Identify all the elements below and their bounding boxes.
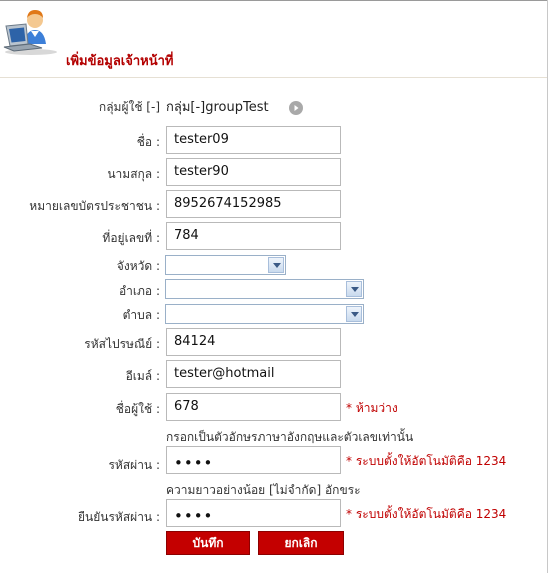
last-name-input[interactable]: tester90 <box>166 158 341 186</box>
first-name-label: ชื่อ : <box>136 135 160 149</box>
email-input[interactable]: tester@hotmail <box>166 360 341 388</box>
address-no-input[interactable]: 784 <box>166 222 341 250</box>
id-card-label: หมายเลขบัตรประชาชน : <box>29 199 160 213</box>
group-value: กลุ่ม[-]groupTest <box>166 100 269 115</box>
password-input[interactable]: •••• <box>166 446 341 474</box>
chevron-down-icon[interactable] <box>268 257 284 273</box>
id-card-input[interactable]: 8952674152985 <box>166 190 341 218</box>
password-hint: ความยาวอย่างน้อย [ไม่จำกัด] อักขระ <box>166 483 361 497</box>
user-at-laptop-icon <box>3 10 57 55</box>
password-label: รหัสผ่าน : <box>108 458 160 472</box>
email-label: อีเมล์ : <box>125 369 160 383</box>
header-divider <box>0 77 547 78</box>
chevron-down-icon[interactable] <box>346 306 362 322</box>
cancel-button[interactable]: ยกเลิก <box>258 531 344 555</box>
group-label: กลุ่มผู้ใช้ [-] <box>98 100 160 114</box>
postcode-input[interactable]: 84124 <box>166 328 341 356</box>
confirm-password-mask: •••• <box>174 507 214 525</box>
confirm-password-default-note: * ระบบตั้งให้อัตโนมัติคือ 1234 <box>346 507 507 521</box>
confirm-password-label: ยืนยันรหัสผ่าน : <box>78 510 160 524</box>
username-input[interactable]: 678 <box>166 393 341 421</box>
postcode-label: รหัสไปรษณีย์ : <box>84 337 160 351</box>
subdistrict-select[interactable] <box>165 304 364 324</box>
subdistrict-label: ตำบล : <box>122 308 160 322</box>
confirm-password-input[interactable]: •••• <box>166 499 341 527</box>
top-border <box>0 0 548 1</box>
address-no-label: ที่อยู่เลขที่ : <box>102 231 160 245</box>
province-label: จังหวัด : <box>116 259 160 273</box>
district-label: อำเภอ : <box>118 284 160 298</box>
chevron-down-icon[interactable] <box>346 281 362 297</box>
username-label: ชื่อผู้ใช้ : <box>115 402 160 416</box>
save-button[interactable]: บันทึก <box>166 531 250 555</box>
first-name-input[interactable]: tester09 <box>166 126 341 154</box>
last-name-label: นามสกุล : <box>107 167 160 181</box>
password-mask: •••• <box>174 454 214 472</box>
page-title: เพิ่มข้อมูลเจ้าหน้าที่ <box>66 54 174 69</box>
username-hint: กรอกเป็นตัวอักษรภาษาอังกฤษและตัวเลขเท่าน… <box>166 430 414 444</box>
province-select[interactable] <box>165 255 286 275</box>
go-arrow-icon[interactable] <box>288 100 304 116</box>
district-select[interactable] <box>165 279 364 299</box>
password-default-note: * ระบบตั้งให้อัตโนมัติคือ 1234 <box>346 454 507 468</box>
username-required-note: * ห้ามว่าง <box>346 401 398 415</box>
